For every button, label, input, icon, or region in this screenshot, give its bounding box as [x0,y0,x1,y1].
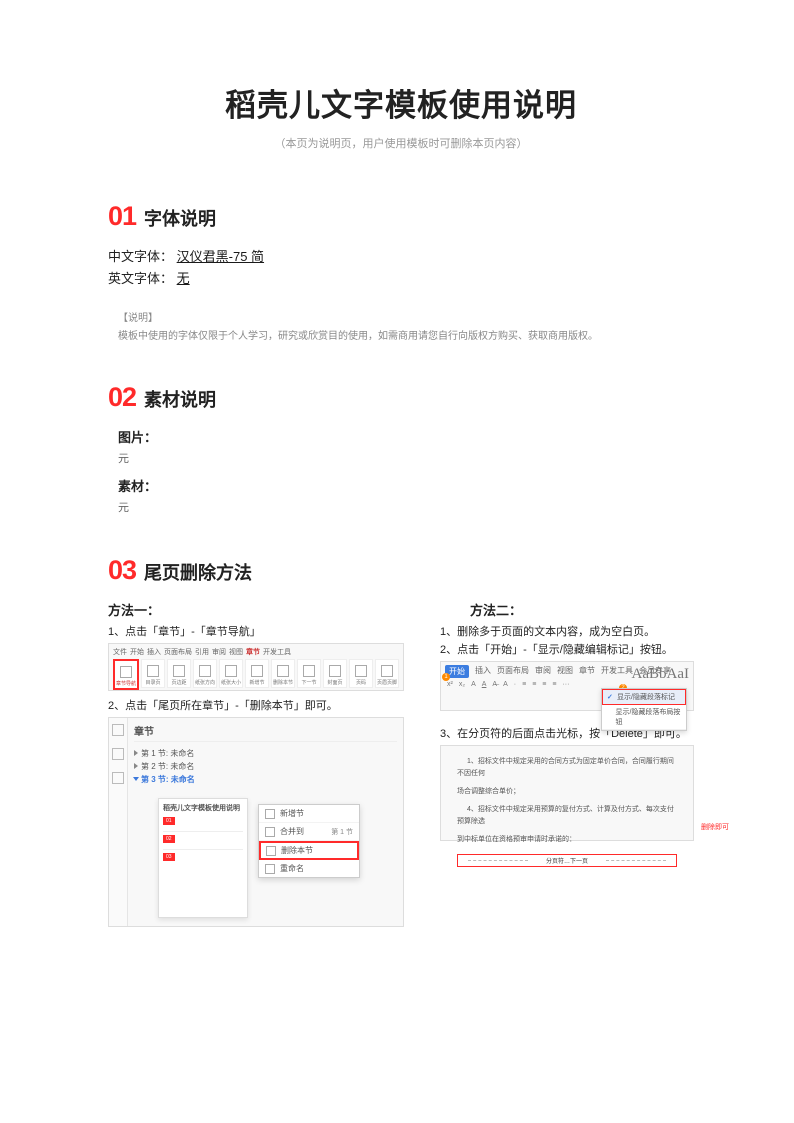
method1-screenshot-panel: 章节 第 1 节: 未命名 第 2 节: 未命名 第 3 节: 未命名 稻壳儿文… [108,717,404,927]
method1-column: 方法一： 1、点击「章节」-「章节导航」 文件 开始 插入 页面布局 引用 审阅… [108,600,404,933]
dropdown-item[interactable]: 显示/隐藏段落布局按钮 [602,705,686,730]
assets-mat-value: 元 [118,499,694,515]
tab: 页面布局 [164,647,192,657]
menu-item-delete[interactable]: 删除本节 [259,841,359,860]
menu-item-merge[interactable]: 合并到第 1 节 [259,823,359,841]
ribbon-button[interactable]: 纸张大小 [219,659,243,688]
note-block: 【说明】 模板中使用的字体仅限于个人学习，研究或欣赏目的使用，如需商用请您自行向… [118,310,694,346]
method2-screenshot-ribbon: 开始1 插入 页面布局 审阅 视图 章节 开发工具 会员专享 x²x₂AAA̶A… [440,661,694,711]
tab[interactable]: 插入 [475,665,491,678]
tab[interactable]: 审阅 [535,665,551,678]
context-menu: 新增节 合并到第 1 节 删除本节 重命名 [258,804,360,878]
page-title: 稻壳儿文字模板使用说明 [108,80,694,125]
section-01-title: 字体说明 [144,205,216,231]
tab[interactable]: 视图 [557,665,573,678]
thumb-heading: 稻壳儿文字模板使用说明 [163,803,243,813]
ribbon-button[interactable]: 新增节 [245,659,269,688]
menu-icon [265,827,275,837]
ribbon-button[interactable]: 下一节 [297,659,321,688]
doc-para: 场合调整综合单价； [457,786,677,798]
method2-column: 方法二： 1、删除多于页面的文本内容，成为空白页。 2、点击「开始」-「显示/隐… [440,600,694,933]
method2-title: 方法二： [470,600,694,619]
note-heading: 【说明】 [118,310,694,328]
tab[interactable]: 章节 [579,665,595,678]
method1-screenshot-ribbon: 文件 开始 插入 页面布局 引用 审阅 视图 章节 开发工具 章节导航 目录页 … [108,643,404,691]
panel-heading: 章节 [134,723,397,742]
sidebar-icon[interactable] [112,748,124,760]
sidebar-icon[interactable] [112,724,124,736]
ribbon-button[interactable]: 页边距 [167,659,191,688]
method2-step2: 2、点击「开始」-「显示/隐藏编辑标记」按钮。 [440,641,694,657]
method2-step1: 1、删除多于页面的文本内容，成为空白页。 [440,623,694,639]
section-02-head: 02 素材说明 [108,382,694,413]
tree-node[interactable]: 第 1 节: 未命名 [134,748,397,761]
style-preview: AaBbAaI [632,666,689,683]
method1-step1: 1、点击「章节」-「章节导航」 [108,623,404,639]
tab: 视图 [229,647,243,657]
tree-node[interactable]: 第 2 节: 未命名 [134,761,397,774]
section-03-head: 03 尾页删除方法 [108,555,694,586]
menu-icon [266,846,276,856]
menu-icon [265,809,275,819]
section-03-title: 尾页删除方法 [144,559,252,585]
assets-img-value: 元 [118,450,694,466]
tab[interactable]: 页面布局 [497,665,529,678]
tab: 插入 [147,647,161,657]
section-02-number: 02 [108,382,136,413]
font-cn-value[interactable]: 汉仪君黑-75 简 [177,249,264,264]
font-cn-label: 中文字体： [108,249,173,264]
ribbon-button-highlighted[interactable]: 章节导航 [113,659,139,690]
menu-item-new[interactable]: 新增节 [259,805,359,823]
font-en-label: 英文字体： [108,271,173,286]
dropdown-item-active[interactable]: ✓显示/隐藏段落标记 [602,689,686,705]
note-body: 模板中使用的字体仅限于个人学习，研究或欣赏目的使用，如需商用请您自行向版权方购买… [118,328,694,346]
doc-para: 1、招标文件中规定采用的合同方式为固定单价合同，合同履行期间不因任何 [457,756,677,780]
check-icon: ✓ [607,693,614,701]
menu-icon [265,864,275,874]
chapter-tree: 第 1 节: 未命名 第 2 节: 未命名 第 3 节: 未命名 [134,748,397,786]
tab: 文件 [113,647,127,657]
method1-title: 方法一： [108,600,404,619]
panel-sidebar [109,718,128,926]
ribbon-button[interactable]: 页眉页脚 [375,659,399,688]
delete-note: 删除即可 [701,822,729,832]
tab-active[interactable]: 开始1 [445,665,469,678]
doc-para: 4、招标文件中规定采用预算的复付方式、计算及付方式、每次支付预算除选 [457,804,677,828]
tab-active: 章节 [246,647,260,657]
floating-thumbnail: 稻壳儿文字模板使用说明 01 02 03 [158,798,248,918]
section-02-title: 素材说明 [144,386,216,412]
ribbon-button[interactable]: 页码 [349,659,373,688]
doc-para: 到中标单位在资格预审申请时承诺的： [457,834,677,846]
badge-1-icon: 1 [442,673,450,681]
tab: 审阅 [212,647,226,657]
ribbon-button[interactable]: 目录页 [141,659,165,688]
section-01-head: 01 字体说明 [108,201,694,232]
sidebar-icon[interactable] [112,772,124,784]
font-cn-line: 中文字体： 汉仪君黑-75 简 [108,246,694,268]
ribbon-button[interactable]: 封面页 [323,659,347,688]
thumb-tag: 03 [163,853,175,861]
page-break-marker[interactable]: 分页符…下一页 [457,854,677,867]
page-subtitle: （本页为说明页，用户使用模板时可删除本页内容） [108,135,694,151]
font-en-value[interactable]: 无 [177,271,190,286]
dropdown-menu: ✓显示/隐藏段落标记 显示/隐藏段落布局按钮 [601,688,687,731]
method1-step2: 2、点击「尾页所在章节」-「删除本节」即可。 [108,697,404,713]
thumb-tag: 01 [163,817,175,825]
method2-screenshot-doc: 1、招标文件中规定采用的合同方式为固定单价合同，合同履行期间不因任何 场合调整综… [440,745,694,841]
ribbon-button[interactable]: 纸张方向 [193,659,217,688]
assets-img-label: 图片： [118,427,694,446]
tab: 引用 [195,647,209,657]
tab: 开发工具 [263,647,291,657]
font-en-line: 英文字体： 无 [108,268,694,290]
thumb-tag: 02 [163,835,175,843]
tree-node-selected[interactable]: 第 3 节: 未命名 [134,774,397,787]
section-03-number: 03 [108,555,136,586]
section-01-number: 01 [108,201,136,232]
menu-item-rename[interactable]: 重命名 [259,860,359,877]
tab: 开始 [130,647,144,657]
ribbon-button[interactable]: 删除本节 [271,659,295,688]
tab[interactable]: 开发工具 [601,665,633,678]
assets-mat-label: 素材： [118,476,694,495]
